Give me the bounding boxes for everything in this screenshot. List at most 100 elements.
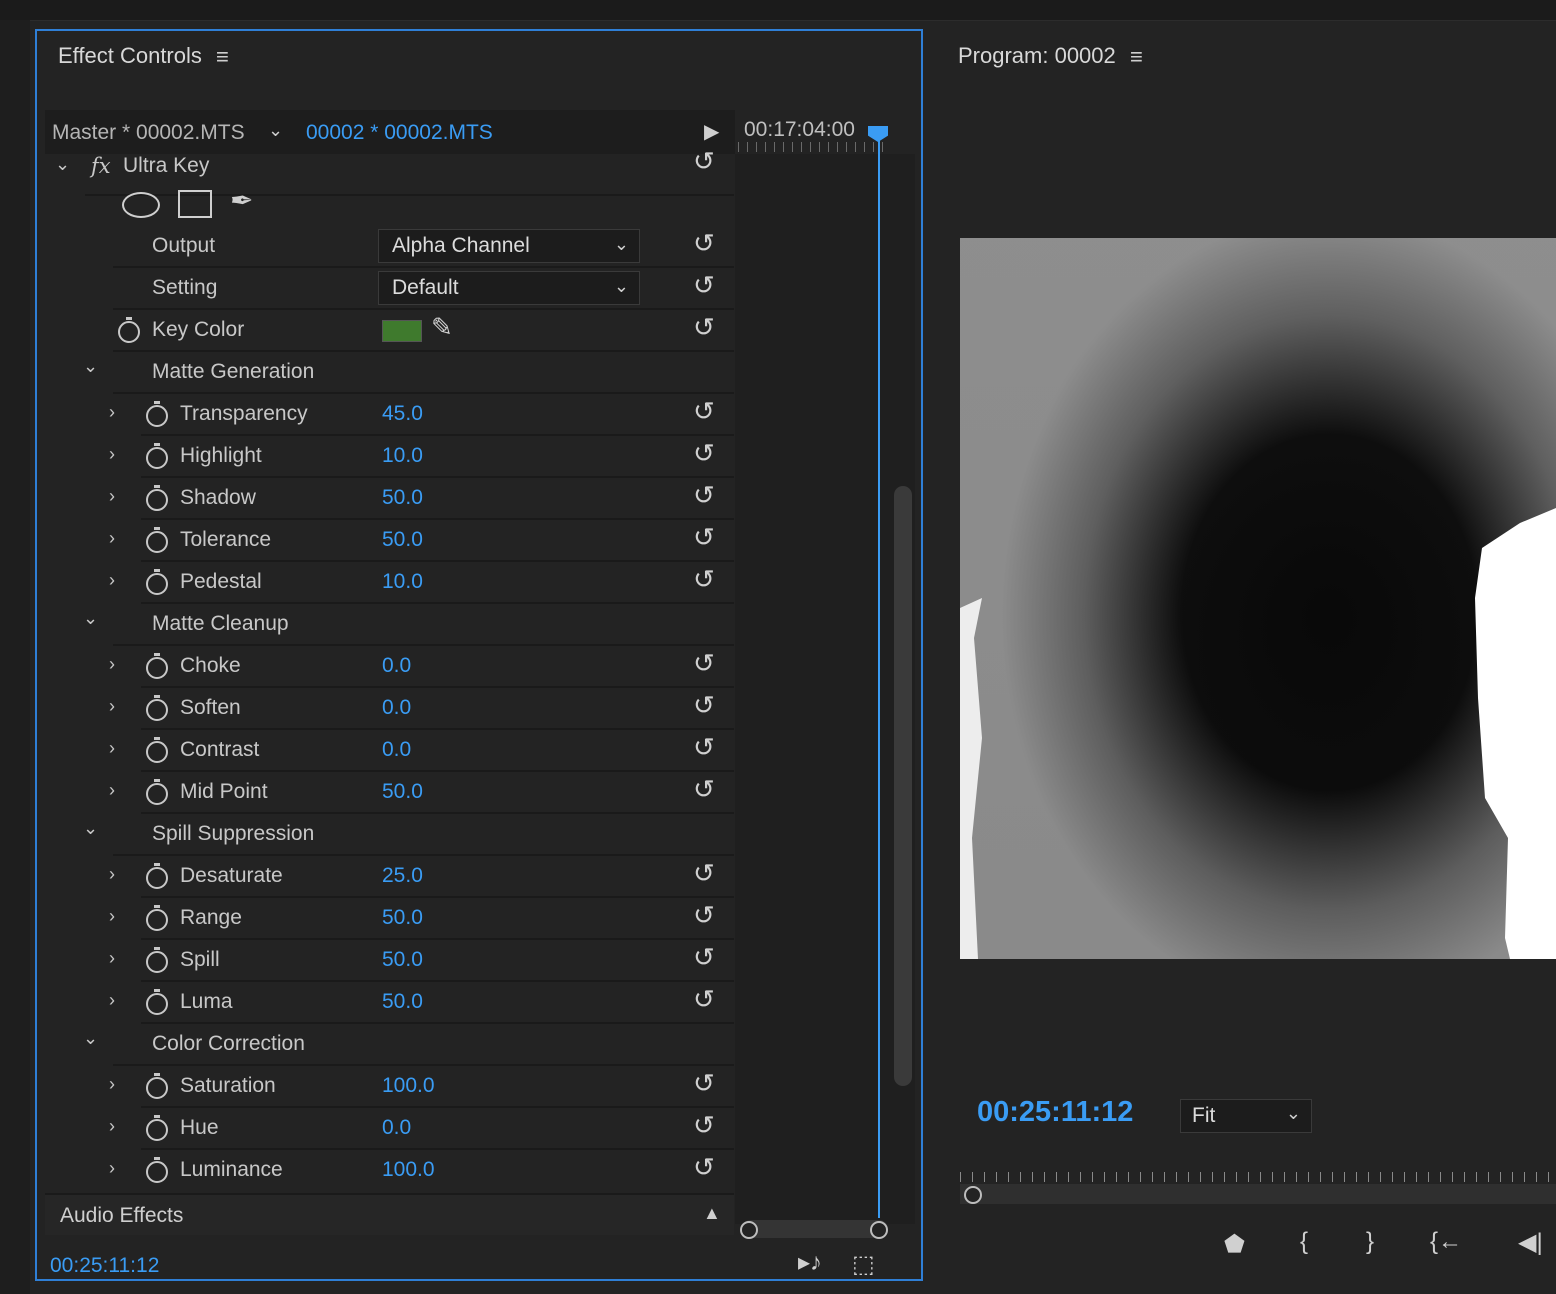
expand-chevron-icon[interactable]: › (109, 864, 115, 885)
stopwatch-icon[interactable] (118, 317, 140, 343)
stopwatch-icon[interactable] (146, 1115, 168, 1141)
output-dropdown[interactable]: Alpha Channel ⌄ (378, 229, 640, 263)
clip-dropdown-chevron-icon[interactable]: ⌄ (268, 120, 283, 141)
stopwatch-icon[interactable] (146, 989, 168, 1015)
expand-chevron-icon[interactable]: › (109, 654, 115, 675)
audio-effects-header[interactable]: Audio Effects ▲ (45, 1193, 734, 1235)
reset-icon[interactable]: ↺ (693, 1152, 715, 1183)
expand-chevron-icon[interactable]: › (109, 948, 115, 969)
reset-icon[interactable]: ↺ (693, 690, 715, 721)
horizontal-zoom-bar[interactable] (742, 1220, 888, 1238)
reset-icon[interactable]: ↺ (693, 480, 715, 511)
param-value[interactable]: 45.0 (382, 402, 423, 426)
param-value[interactable]: 100.0 (382, 1074, 435, 1098)
expand-chevron-icon[interactable]: › (109, 696, 115, 717)
group-spill-suppression[interactable]: ⌄ Spill Suppression (45, 814, 734, 856)
collapse-chevron-icon[interactable]: ⌄ (83, 818, 98, 839)
stopwatch-icon[interactable] (146, 443, 168, 469)
effect-timeline-area[interactable] (735, 154, 915, 1224)
vertical-scrollbar[interactable] (894, 486, 912, 1086)
stopwatch-icon[interactable] (146, 779, 168, 805)
reset-icon[interactable]: ↺ (693, 858, 715, 889)
stopwatch-icon[interactable] (146, 695, 168, 721)
param-value[interactable]: 50.0 (382, 486, 423, 510)
param-value[interactable]: 100.0 (382, 1158, 435, 1182)
group-matte-cleanup[interactable]: ⌄ Matte Cleanup (45, 604, 734, 646)
stopwatch-icon[interactable] (146, 737, 168, 763)
setting-dropdown[interactable]: Default ⌄ (378, 271, 640, 305)
fx-icon[interactable]: fx (91, 154, 111, 178)
param-value[interactable]: 0.0 (382, 696, 411, 720)
group-matte-generation[interactable]: ⌄ Matte Generation (45, 352, 734, 394)
key-color-swatch[interactable] (382, 320, 422, 342)
expand-chevron-icon[interactable]: › (109, 444, 115, 465)
reset-icon[interactable]: ↺ (693, 984, 715, 1015)
reset-icon[interactable]: ↺ (693, 564, 715, 595)
current-timecode[interactable]: 00:25:11:12 (50, 1254, 159, 1278)
stopwatch-icon[interactable] (146, 905, 168, 931)
master-clip-tab[interactable]: Master * 00002.MTS (52, 121, 245, 145)
reset-icon[interactable]: ↺ (693, 900, 715, 931)
expand-chevron-icon[interactable]: › (109, 780, 115, 801)
zoom-end-handle[interactable] (870, 1221, 888, 1239)
reset-icon[interactable]: ↺ (693, 648, 715, 679)
group-color-correction[interactable]: ⌄ Color Correction (45, 1024, 734, 1066)
expand-chevron-icon[interactable]: › (109, 486, 115, 507)
reset-icon[interactable]: ↺ (693, 146, 715, 177)
expand-chevron-icon[interactable]: › (109, 528, 115, 549)
effect-controls-menu-icon[interactable]: ≡ (216, 44, 229, 70)
collapse-chevron-icon[interactable]: ⌄ (83, 1028, 98, 1049)
stopwatch-icon[interactable] (146, 401, 168, 427)
expand-chevron-icon[interactable]: › (109, 1116, 115, 1137)
pen-mask-icon[interactable]: ✒ (230, 184, 253, 217)
reset-icon[interactable]: ↺ (693, 438, 715, 469)
reset-icon[interactable]: ↺ (693, 1110, 715, 1141)
active-clip-tab[interactable]: 00002 * 00002.MTS (306, 121, 493, 145)
collapse-chevron-icon[interactable]: ⌄ (55, 154, 70, 175)
reset-icon[interactable]: ↺ (693, 312, 715, 343)
param-value[interactable]: 25.0 (382, 864, 423, 888)
stopwatch-icon[interactable] (146, 527, 168, 553)
param-value[interactable]: 0.0 (382, 1116, 411, 1140)
step-back-icon[interactable]: ◀| (1518, 1228, 1543, 1257)
eyedropper-icon[interactable]: ✎ (431, 312, 453, 343)
show-timeline-toggle-icon[interactable]: ▶ (704, 119, 719, 144)
stopwatch-icon[interactable] (146, 569, 168, 595)
zoom-start-handle[interactable] (740, 1221, 758, 1239)
reset-icon[interactable]: ↺ (693, 522, 715, 553)
reset-icon[interactable]: ↺ (693, 732, 715, 763)
param-value[interactable]: 0.0 (382, 654, 411, 678)
reset-icon[interactable]: ↺ (693, 1068, 715, 1099)
stopwatch-icon[interactable] (146, 863, 168, 889)
stopwatch-icon[interactable] (146, 1073, 168, 1099)
collapse-chevron-icon[interactable]: ⌄ (83, 608, 98, 629)
reset-icon[interactable]: ↺ (693, 774, 715, 805)
expand-chevron-icon[interactable]: › (109, 402, 115, 423)
go-to-in-icon[interactable]: {← (1430, 1228, 1462, 1256)
stopwatch-icon[interactable] (146, 947, 168, 973)
program-scroll-bar[interactable] (960, 1184, 1556, 1204)
program-zoom-handle[interactable] (964, 1186, 982, 1204)
stopwatch-icon[interactable] (146, 485, 168, 511)
param-value[interactable]: 50.0 (382, 906, 423, 930)
expand-chevron-icon[interactable]: › (109, 1074, 115, 1095)
reset-icon[interactable]: ↺ (693, 396, 715, 427)
add-marker-icon[interactable]: ⬟ (1224, 1230, 1245, 1259)
param-value[interactable]: 50.0 (382, 990, 423, 1014)
expand-chevron-icon[interactable]: › (109, 906, 115, 927)
param-value[interactable]: 50.0 (382, 948, 423, 972)
stopwatch-icon[interactable] (146, 1157, 168, 1183)
program-time-ruler[interactable] (960, 1160, 1556, 1184)
zoom-dropdown[interactable]: Fit ⌄ (1180, 1099, 1312, 1133)
rectangle-mask-icon[interactable] (178, 190, 212, 218)
mark-in-icon[interactable]: { (1300, 1228, 1308, 1256)
reset-icon[interactable]: ↺ (693, 270, 715, 301)
program-timecode[interactable]: 00:25:11:12 (977, 1096, 1133, 1129)
param-value[interactable]: 10.0 (382, 444, 423, 468)
collapse-up-icon[interactable]: ▲ (703, 1203, 721, 1224)
expand-chevron-icon[interactable]: › (109, 1158, 115, 1179)
expand-chevron-icon[interactable]: › (109, 570, 115, 591)
play-audio-icon[interactable]: ▸♪ (798, 1248, 822, 1277)
mark-out-icon[interactable]: } (1366, 1228, 1374, 1256)
expand-chevron-icon[interactable]: › (109, 990, 115, 1011)
